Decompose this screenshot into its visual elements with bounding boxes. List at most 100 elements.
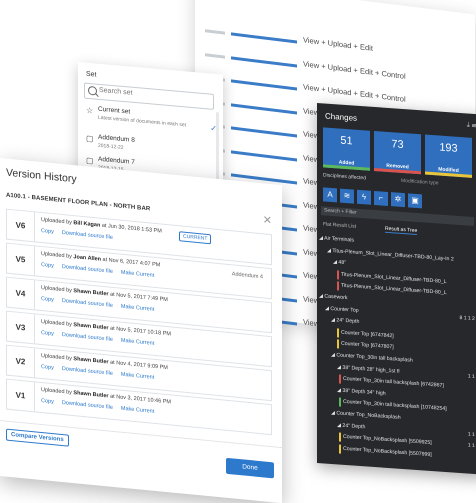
tree-item[interactable]: Counter Top_NoBacksplash [5509925]	[343, 434, 432, 446]
permission-bar-empty	[205, 29, 225, 35]
make-current-link[interactable]: Make Current	[121, 372, 154, 381]
checkmark-icon: ✓	[210, 123, 217, 134]
tree-item[interactable]: ◢ 24" Depth	[331, 317, 359, 325]
stat-modified[interactable]: 193 Modified	[425, 134, 472, 178]
compare-versions-button[interactable]: Compare Versions	[6, 428, 69, 447]
tree-item[interactable]: ◢ 38" Depth 28" high_1st fl	[337, 364, 399, 374]
tree-item[interactable]: Counter Top [6747842]	[341, 329, 394, 339]
change-marker	[337, 328, 339, 338]
copy-link[interactable]: Copy	[41, 262, 54, 269]
tree-item[interactable]: Counter Top_30in tall backsplash [107482…	[343, 399, 447, 412]
tree-item[interactable]: ◢ Counter Top	[325, 305, 359, 313]
download-source-link[interactable]: Download source file	[62, 264, 113, 275]
permission-bar-filled	[231, 102, 297, 115]
tree-item[interactable]: ◢ Counter Top_NoBacksplash	[331, 410, 401, 421]
uploader-name: Shawn Butler	[73, 288, 109, 298]
tree-item[interactable]: ◢ Counter Top_30in tall backsplash	[331, 352, 413, 364]
tree-item[interactable]: ◢ 48"	[333, 259, 346, 266]
set-search-placeholder: Search set	[99, 86, 133, 97]
download-source-link[interactable]: Download source file	[62, 400, 113, 411]
tree-item[interactable]: ◢ 38" Depth 34" high	[337, 387, 386, 396]
uploader-name: Shawn Butler	[73, 356, 109, 366]
hvac-icon[interactable]: ≋	[340, 188, 354, 204]
set-name: Addendum 4	[231, 271, 263, 281]
download-source-link[interactable]: Download source file	[62, 332, 113, 343]
make-current-link[interactable]: Make Current	[121, 270, 154, 279]
copy-link[interactable]: Copy	[41, 398, 54, 405]
make-current-link[interactable]: Make Current	[121, 406, 154, 415]
upload-prefix: Uploaded by	[41, 318, 74, 329]
stat-added[interactable]: 51 Added	[323, 127, 370, 171]
change-marker	[337, 339, 339, 349]
uploader-name: Bill Kagan	[73, 220, 101, 229]
tree-item[interactable]: ◢ Air Terminals	[319, 235, 354, 243]
set-item-addendum[interactable]: ▢ Addendum 8 2018-12-22	[84, 133, 206, 151]
changes-panel: Changes ⤓ ☰ 51 Added 73 Removed 193 Modi…	[317, 103, 476, 475]
change-marker	[339, 397, 341, 408]
version-number: V4	[7, 277, 35, 310]
version-history-dialog: Version History ✕ A100.1 - BASEMENT FLOO…	[0, 158, 282, 503]
tab-flat-list[interactable]: Flat Result List	[323, 221, 356, 229]
close-icon[interactable]: ✕	[263, 213, 272, 227]
panel-menu-icon[interactable]: ⤓ ☰	[467, 121, 476, 130]
download-source-link[interactable]: Download source file	[62, 298, 113, 309]
uploader-name: Shawn Butler	[73, 322, 109, 332]
permission-bar-empty	[205, 52, 225, 59]
cabinet-icon[interactable]: ▣	[408, 193, 422, 209]
copy-link[interactable]: Copy	[41, 296, 54, 303]
stat-modified-count: 193	[439, 141, 458, 155]
upload-time: at Nov 3, 2017 10:46 PM	[108, 393, 171, 406]
permission-bar-filled	[231, 126, 297, 138]
permission-label: View + Upload + Edit + Control	[303, 82, 406, 104]
tree-item[interactable]: ◢ Casework	[319, 293, 348, 301]
set-item-addendum[interactable]: ▢Addendum 72018-12-15	[84, 155, 206, 173]
architecture-icon[interactable]: A	[323, 187, 337, 203]
document-name: A100.1 - BASEMENT FLOOR PLAN - NORTH BAR	[6, 192, 151, 213]
change-marker	[339, 374, 341, 384]
permission-label: View + Upload + Edit + Control	[303, 58, 406, 81]
version-number: V2	[7, 345, 35, 378]
download-source-link[interactable]: Download source file	[62, 230, 113, 241]
permission-bar-filled	[231, 32, 297, 44]
tab-tree[interactable]: Result as Tree	[385, 225, 418, 236]
folder-icon: ▢	[86, 155, 94, 166]
permission-bar-filled	[231, 55, 297, 68]
tree-item[interactable]: ◢ 24" Depth	[337, 422, 365, 430]
upload-time: at Nov 5, 2017 7:49 PM	[108, 291, 168, 304]
plumbing-icon[interactable]: ⌐	[374, 190, 388, 206]
dialog-title: Version History	[6, 166, 77, 186]
upload-prefix: Uploaded by	[41, 216, 74, 227]
tree-item[interactable]: Counter Top_NoBacksplash [5507999]	[343, 446, 432, 458]
permission-bar-filled	[231, 149, 297, 162]
folder-icon: ▢	[86, 133, 94, 144]
search-icon	[88, 85, 97, 96]
uploader-name: Joan Allen	[73, 254, 102, 263]
copy-link[interactable]: Copy	[41, 364, 54, 371]
tree-item-count: 8 1 1 2 4	[459, 314, 476, 322]
make-current-link[interactable]: Make Current	[121, 304, 154, 313]
changes-title: Changes	[325, 111, 358, 123]
electrical-icon[interactable]: ϟ	[357, 189, 371, 205]
copy-link[interactable]: Copy	[41, 228, 54, 235]
tree-item[interactable]: Counter Top_30in tall backsplash [674286…	[343, 376, 444, 389]
upload-time: at Nov 4, 2017 9:09 PM	[108, 359, 168, 372]
download-source-link[interactable]: Download source file	[62, 366, 113, 377]
upload-time: at Nov 5, 2017 10:18 PM	[108, 325, 171, 338]
tree-item[interactable]: Counter Top [6747807]	[341, 341, 394, 351]
tree-item-count: 1 1 4	[467, 442, 476, 450]
uploader-name: Shawn Butler	[73, 390, 109, 400]
tree-item[interactable]: Titus-Plenum_Slot_Linear_Diffuser-TBD-80…	[341, 283, 447, 296]
stat-removed[interactable]: 73 Removed	[374, 130, 421, 175]
make-current-link[interactable]: Make Current	[121, 338, 154, 347]
gear-icon[interactable]: ✲	[391, 192, 405, 208]
copy-link[interactable]: Copy	[41, 330, 54, 337]
done-button[interactable]: Done	[226, 457, 274, 479]
permission-label: View + Upload + Edit	[303, 35, 373, 53]
upload-time: at Jun 30, 2018 1:53 PM	[100, 222, 162, 235]
tree-item-count: 1 1 6	[467, 431, 476, 438]
set-item-subtitle: 2018-12-22	[98, 142, 124, 151]
version-number: V6	[7, 209, 35, 242]
tree-item[interactable]: Titus-Plenum_Slot_Linear_Diffuser-TBD-80…	[341, 271, 447, 284]
modification-type-label: Modification type	[401, 177, 439, 187]
upload-time: at Nov 6, 2017 4:07 PM	[101, 256, 161, 269]
